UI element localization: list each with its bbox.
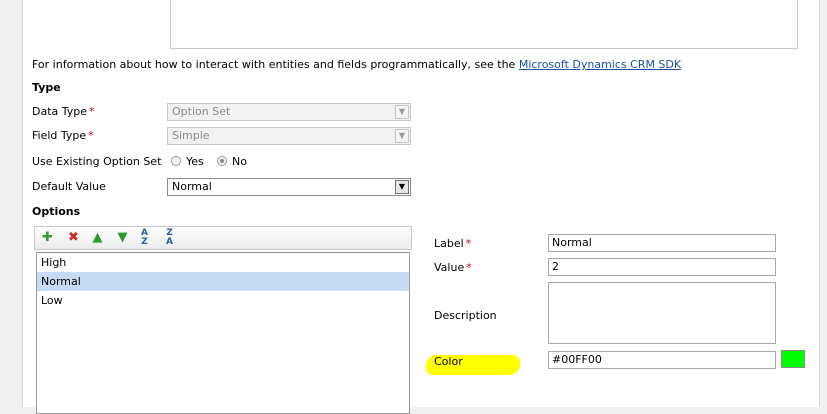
description-textarea-top[interactable] <box>170 0 798 49</box>
required-marker: * <box>465 237 472 250</box>
list-item[interactable]: High <box>37 253 409 272</box>
value-input[interactable]: 2 <box>548 258 776 276</box>
default-value-select[interactable]: Normal ▼ <box>167 178 411 196</box>
arrow-down-icon[interactable]: ▼ <box>114 229 131 246</box>
default-value-label: Default Value <box>32 180 106 193</box>
required-marker: * <box>466 261 472 274</box>
sort-az-icon[interactable]: AZ <box>136 229 153 247</box>
chevron-down-icon: ▼ <box>395 105 409 119</box>
color-swatch[interactable] <box>781 350 805 368</box>
chevron-down-icon[interactable]: ▼ <box>395 180 409 194</box>
data-type-label: Data Type * <box>32 105 95 118</box>
radio-no[interactable]: No <box>217 155 247 168</box>
options-section-title: Options <box>32 205 81 218</box>
data-type-select[interactable]: Option Set ▼ <box>167 103 411 121</box>
use-existing-label: Use Existing Option Set <box>32 155 162 168</box>
color-label: Color <box>434 355 463 368</box>
sdk-link[interactable]: Microsoft Dynamics CRM SDK <box>519 58 681 71</box>
radio-yes[interactable]: Yes <box>171 155 204 168</box>
arrow-up-icon[interactable]: ▲ <box>89 229 106 246</box>
required-marker: * <box>88 129 94 142</box>
radio-circle-icon[interactable] <box>171 156 181 166</box>
field-type-label: Field Type * <box>32 129 94 142</box>
color-input[interactable]: #00FF00 <box>548 351 776 369</box>
label-input[interactable]: Normal <box>548 234 776 252</box>
required-marker: * <box>89 105 95 118</box>
value-field-label: Value * <box>434 261 472 274</box>
options-toolbar: ✚ ✖ ▲ ▼ AZ ZA <box>34 226 412 250</box>
delete-icon[interactable]: ✖ <box>65 229 82 246</box>
sort-za-icon[interactable]: ZA <box>161 229 178 247</box>
chevron-down-icon: ▼ <box>395 129 409 143</box>
label-field-label: Label * <box>434 237 472 250</box>
description-label: Description <box>434 309 497 322</box>
description-input[interactable] <box>548 282 776 344</box>
radio-checked-icon[interactable] <box>217 156 227 166</box>
type-section-title: Type <box>32 81 61 94</box>
options-listbox[interactable]: High Normal Low <box>36 252 410 414</box>
add-icon[interactable]: ✚ <box>39 229 56 246</box>
field-type-select[interactable]: Simple ▼ <box>167 127 411 145</box>
list-item[interactable]: Normal <box>37 272 409 291</box>
info-text: For information about how to interact wi… <box>32 58 682 71</box>
list-item[interactable]: Low <box>37 291 409 310</box>
